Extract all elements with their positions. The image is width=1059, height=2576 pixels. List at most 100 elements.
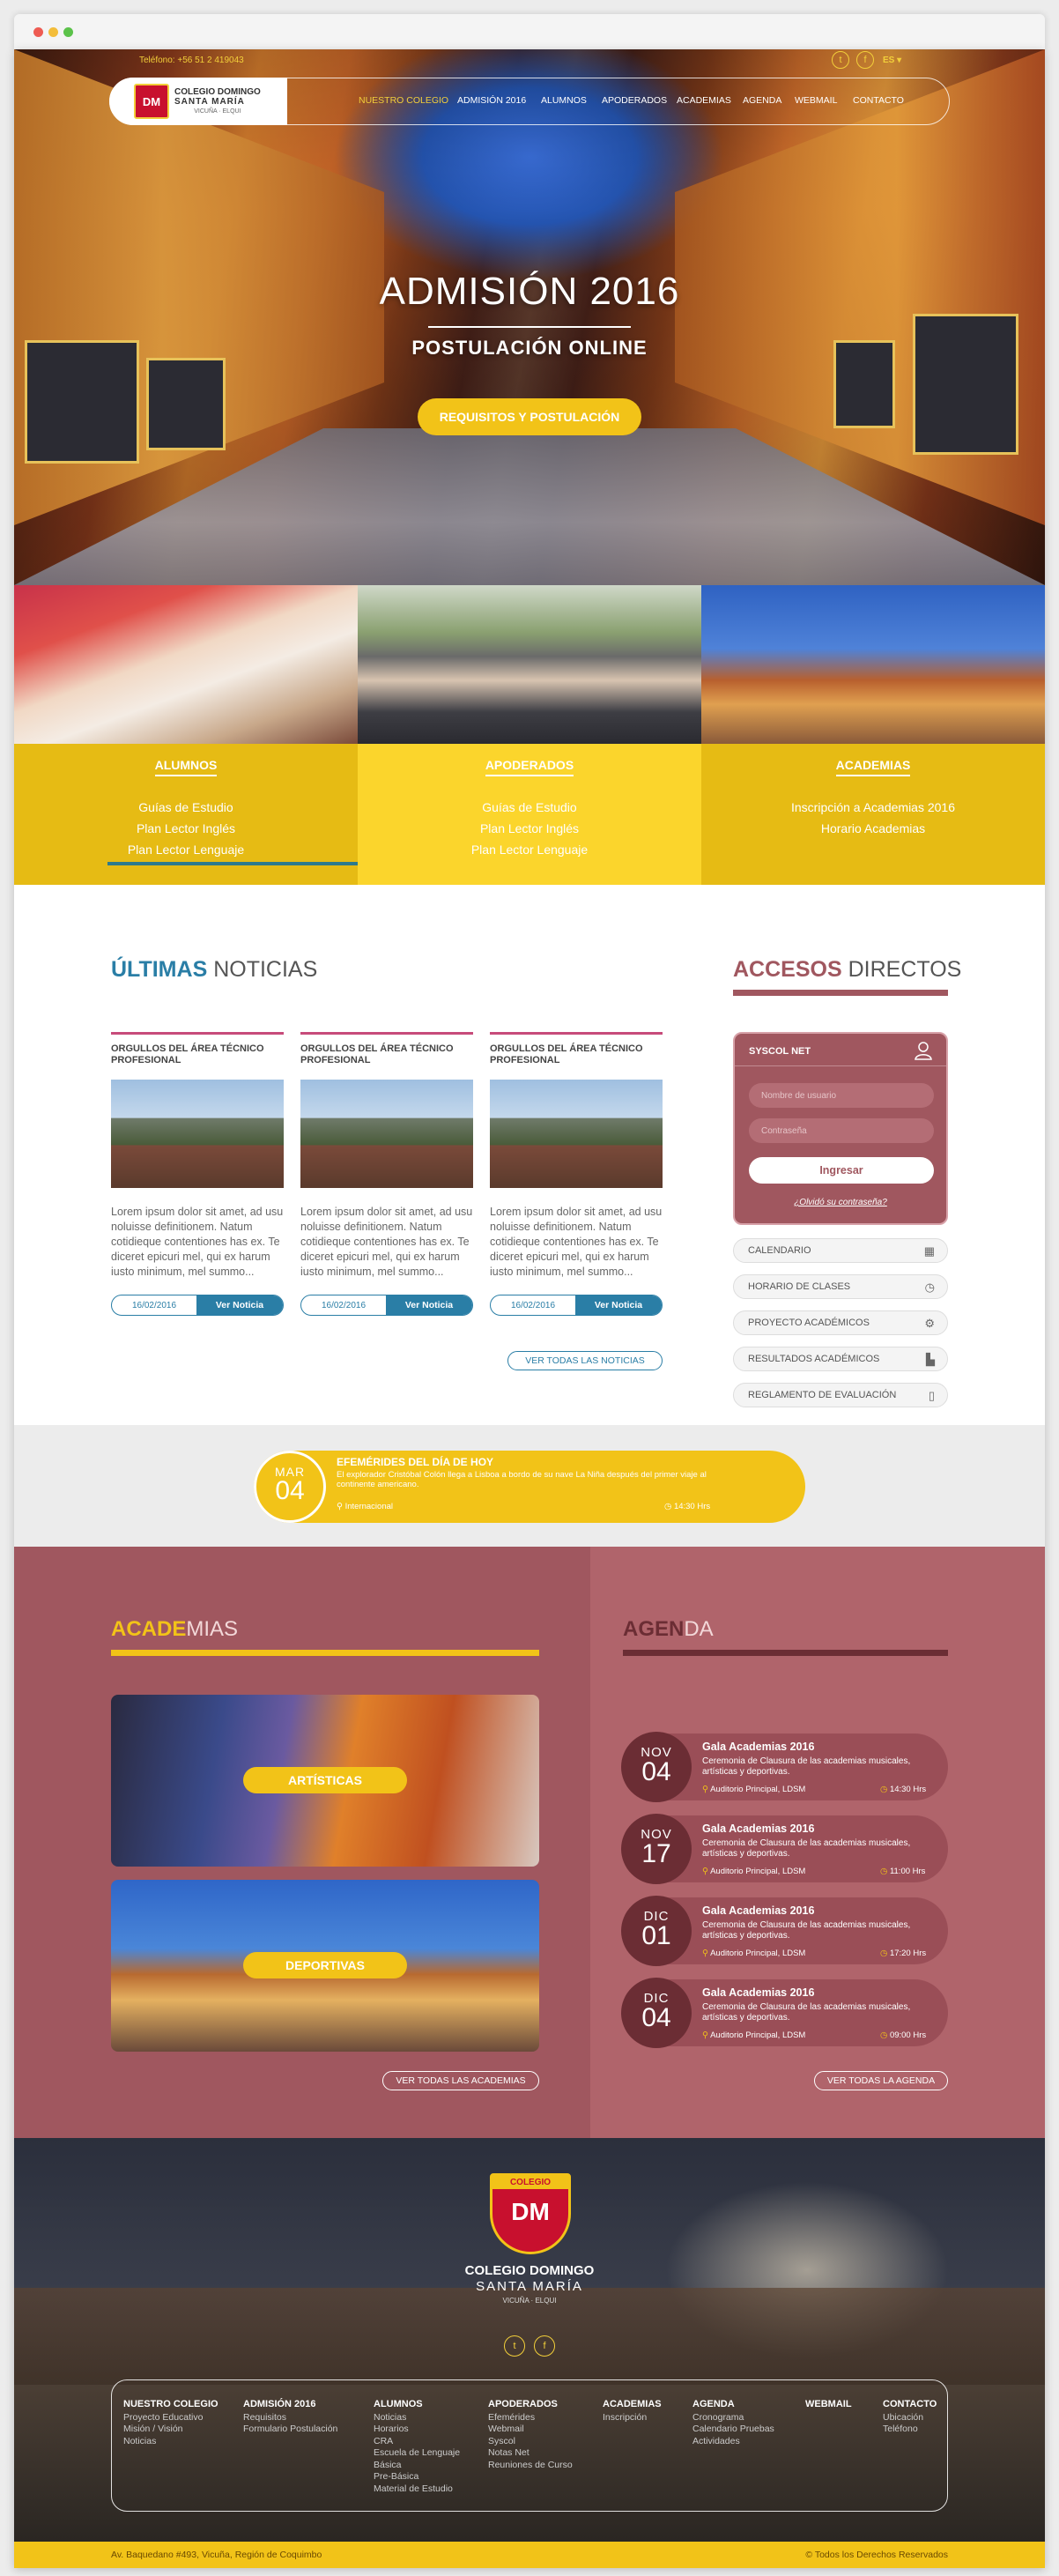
requirements-button[interactable]: REQUISITOS Y POSTULACIÓN [418, 398, 641, 435]
alumnos-title[interactable]: ALUMNOS [14, 758, 358, 776]
apoderados-link-guias[interactable]: Guías de Estudio [358, 800, 701, 814]
event-date-badge: NOV 17 [621, 1814, 692, 1884]
event-time: ◷ 11:00 Hrs [880, 1867, 926, 1876]
news-date-pill: 16/02/2016 Ver Noticia [111, 1295, 284, 1316]
username-input[interactable]: Nombre de usuario [749, 1083, 934, 1108]
alumnos-link-lenguaje[interactable]: Plan Lector Lenguaje [14, 843, 358, 857]
footer-address: Av. Baquedano #493, Vicuña, Región de Co… [111, 2550, 322, 2560]
syscol-login-panel: SYSCOL NET Nombre de usuario Contraseña … [733, 1032, 948, 1225]
ver-noticia-button[interactable]: Ver Noticia [575, 1295, 662, 1315]
nav-webmail[interactable]: WEBMAIL [795, 95, 837, 106]
event-date-badge: DIC 01 [621, 1896, 692, 1966]
efemerides-date: MAR 04 [254, 1451, 326, 1523]
nav-alumnos[interactable]: ALUMNOS [541, 95, 587, 106]
clock-icon: ◷ [880, 1949, 888, 1958]
nav-nuestro-colegio[interactable]: NUESTRO COLEGIO [359, 95, 448, 106]
agenda-event[interactable]: DIC 01 Gala Academias 2016 Ceremonia de C… [621, 1896, 948, 1966]
login-button[interactable]: Ingresar [749, 1157, 934, 1184]
event-description: Ceremonia de Clausura de las academias m… [702, 1920, 911, 1941]
nav-contacto[interactable]: CONTACTO [853, 95, 904, 106]
alumnos-link-guias[interactable]: Guías de Estudio [14, 800, 358, 814]
footer-brand-location: VICUÑA · ELQUI [502, 2297, 557, 2305]
event-title: Gala Academias 2016 [702, 1986, 815, 1999]
facebook-icon[interactable]: f [856, 51, 874, 69]
agenda-event[interactable]: DIC 04 Gala Academias 2016 Ceremonia de C… [621, 1978, 948, 2048]
alumnos-column: ALUMNOS Guías de Estudio Plan Lector Ing… [14, 744, 419, 885]
news-card[interactable]: ORGULLOS DEL ÁREA TÉCNICO PROFESIONAL Lo… [490, 1032, 663, 1319]
clock-icon: ◷ [880, 1867, 888, 1876]
alumnos-link-ingles[interactable]: Plan Lector Inglés [14, 821, 358, 835]
close-window-dot[interactable] [33, 27, 43, 37]
event-date-badge: NOV 04 [621, 1732, 692, 1802]
apoderados-link-lenguaje[interactable]: Plan Lector Lenguaje [358, 843, 701, 857]
acceso-calendario[interactable]: CALENDARIO ▦ [733, 1238, 948, 1263]
deportivas-card[interactable]: DEPORTIVAS [111, 1880, 539, 2052]
nav-apoderados[interactable]: APODERADOS [602, 95, 667, 106]
agenda-event[interactable]: NOV 04 Gala Academias 2016 Ceremonia de C… [621, 1732, 948, 1802]
academies-photo [701, 585, 1045, 744]
academias-column: ACADEMIAS Inscripción a Academias 2016 H… [701, 744, 1045, 885]
footer-col-admision: ADMISIÓN 2016 Requisitos Formulario Post… [243, 2399, 338, 2434]
agenda-event[interactable]: NOV 17 Gala Academias 2016 Ceremonia de C… [621, 1814, 948, 1884]
browser-chrome [14, 14, 1045, 49]
news-date: 16/02/2016 [321, 1300, 367, 1310]
footer-shield-logo: COLEGIO DM [490, 2173, 571, 2254]
footer-facebook-icon[interactable]: f [534, 2335, 555, 2357]
agenda-section-title: AGENDA [623, 1617, 714, 1641]
acceso-reglamento[interactable]: REGLAMENTO DE EVALUACIÓN ▯ [733, 1383, 948, 1407]
location-pin-icon: ⚲ [702, 1785, 708, 1794]
apoderados-title[interactable]: APODERADOS [358, 758, 701, 776]
apoderados-link-ingles[interactable]: Plan Lector Inglés [358, 821, 701, 835]
news-card[interactable]: ORGULLOS DEL ÁREA TÉCNICO PROFESIONAL Lo… [300, 1032, 473, 1319]
apoderados-column: APODERADOS Guías de Estudio Plan Lector … [358, 744, 701, 885]
maximize-window-dot[interactable] [63, 27, 73, 37]
event-description: Ceremonia de Clausura de las academias m… [702, 1838, 911, 1859]
calendar-icon: ▦ [923, 1244, 935, 1258]
academias-link-horario[interactable]: Horario Academias [701, 821, 1045, 835]
news-image[interactable] [490, 1080, 663, 1188]
minimize-window-dot[interactable] [48, 27, 58, 37]
nav-academias[interactable]: ACADEMIAS [677, 95, 731, 106]
location-pin-icon: ⚲ [337, 1502, 343, 1511]
artisticas-tag[interactable]: ARTÍSTICAS [243, 1767, 407, 1793]
all-news-button[interactable]: VER TODAS LAS NOTICIAS [507, 1351, 663, 1370]
nav-agenda[interactable]: AGENDA [743, 95, 781, 106]
ver-noticia-button[interactable]: Ver Noticia [196, 1295, 283, 1315]
agenda-underline [623, 1650, 948, 1656]
acceso-proyecto[interactable]: PROYECTO ACADÉMICOS ⚙ [733, 1310, 948, 1335]
students-photo [14, 585, 358, 744]
footer-col-contacto: CONTACTO Ubicación Teléfono [883, 2399, 937, 2434]
school-logo[interactable]: DM COLEGIO DOMINGO SANTA MARÍA VICUÑA · … [109, 78, 287, 125]
forgot-password-link[interactable]: ¿Olvidó su contraseña? [735, 1198, 946, 1207]
brand-name-line1: COLEGIO DOMINGO [174, 86, 261, 97]
password-input[interactable]: Contraseña [749, 1118, 934, 1143]
academias-title[interactable]: ACADEMIAS [701, 758, 1045, 776]
language-selector[interactable]: ES ▾ [883, 56, 901, 65]
footer-twitter-icon[interactable]: t [504, 2335, 525, 2357]
acceso-resultados[interactable]: RESULTADOS ACADÉMICOS ▙ [733, 1347, 948, 1371]
event-date-badge: DIC 04 [621, 1978, 692, 2048]
news-headline[interactable]: ORGULLOS DEL ÁREA TÉCNICO PROFESIONAL [111, 1043, 284, 1066]
clock-icon: ◷ [880, 2030, 888, 2040]
nav-admision[interactable]: ADMISIÓN 2016 [457, 95, 526, 106]
efemerides-banner[interactable]: MAR 04 EFEMÉRIDES DEL DÍA DE HOY El expl… [254, 1451, 805, 1523]
academias-link-inscripcion[interactable]: Inscripción a Academias 2016 [701, 800, 1045, 814]
all-academias-button[interactable]: VER TODAS LAS ACADEMIAS [382, 2071, 539, 2090]
news-headline[interactable]: ORGULLOS DEL ÁREA TÉCNICO PROFESIONAL [490, 1043, 663, 1066]
clock-icon: ◷ [880, 1785, 888, 1794]
all-agenda-button[interactable]: VER TODAS LA AGENDA [814, 2071, 948, 2090]
hero-banner: Teléfono: +56 51 2 419043 t f ES ▾ DM CO… [14, 49, 1045, 585]
news-card[interactable]: ORGULLOS DEL ÁREA TÉCNICO PROFESIONAL Lo… [111, 1032, 284, 1319]
artisticas-card[interactable]: ARTÍSTICAS [111, 1695, 539, 1867]
efemerides-place: ⚲ Internacional [337, 1502, 394, 1511]
ver-noticia-button[interactable]: Ver Noticia [386, 1295, 472, 1315]
event-location: ⚲ Auditorio Principal, LDSM [702, 1949, 806, 1958]
twitter-icon[interactable]: t [832, 51, 849, 69]
acceso-horario[interactable]: HORARIO DE CLASES ◷ [733, 1274, 948, 1299]
news-headline[interactable]: ORGULLOS DEL ÁREA TÉCNICO PROFESIONAL [300, 1043, 473, 1066]
footer-brand-line1: COLEGIO DOMINGO [464, 2263, 595, 2278]
efemerides-title: EFEMÉRIDES DEL DÍA DE HOY [337, 1456, 494, 1468]
news-image[interactable] [300, 1080, 473, 1188]
news-image[interactable] [111, 1080, 284, 1188]
deportivas-tag[interactable]: DEPORTIVAS [243, 1952, 407, 1978]
